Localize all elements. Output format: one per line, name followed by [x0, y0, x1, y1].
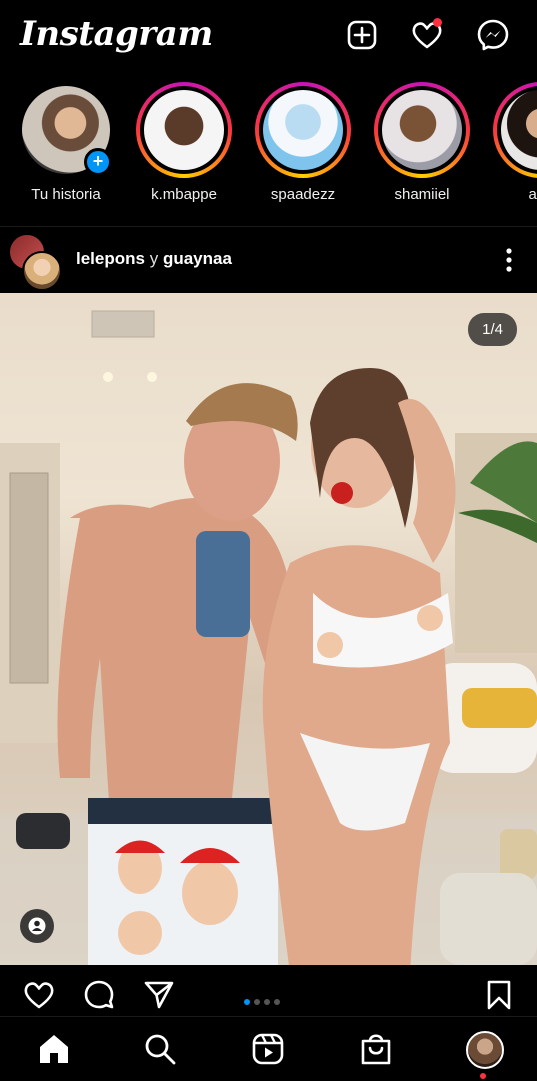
story-avatar: [382, 90, 462, 170]
carousel-dot: [264, 999, 270, 1005]
story-label: spaadezz: [270, 186, 336, 203]
story-ring: [136, 82, 232, 178]
heart-icon[interactable]: [410, 18, 444, 52]
story-item[interactable]: shamiiel: [370, 82, 474, 203]
story-ring: +: [18, 82, 114, 178]
story-item[interactable]: arib: [489, 82, 537, 203]
photo-illustration: [0, 310, 537, 965]
comment-icon[interactable]: [82, 978, 116, 1012]
save-bookmark-icon[interactable]: [482, 978, 516, 1012]
author-link[interactable]: guaynaa: [163, 249, 232, 268]
story-avatar: [144, 90, 224, 170]
profile-avatar[interactable]: [466, 1031, 504, 1069]
author-link[interactable]: lelepons: [76, 249, 145, 268]
notification-dot: [433, 18, 442, 27]
stories-tray: + Tu historia k.mbappe spaadezz shamiiel…: [0, 82, 537, 212]
shop-icon[interactable]: [358, 1031, 394, 1067]
like-heart-icon[interactable]: [22, 978, 56, 1012]
more-options-icon[interactable]: [503, 245, 515, 275]
messenger-icon[interactable]: [476, 18, 510, 52]
story-item[interactable]: k.mbappe: [132, 82, 236, 203]
story-avatar: [263, 90, 343, 170]
reels-icon[interactable]: [250, 1031, 286, 1067]
carousel-dot-active: [244, 999, 250, 1005]
story-ring: [493, 82, 537, 178]
carousel-counter: 1/4: [468, 313, 517, 346]
avatar: [22, 251, 62, 291]
add-story-icon[interactable]: +: [84, 148, 112, 176]
share-icon[interactable]: [142, 978, 176, 1012]
story-own[interactable]: + Tu historia: [14, 82, 118, 203]
story-label: shamiiel: [394, 186, 450, 203]
collab-avatars[interactable]: [8, 233, 64, 291]
instagram-logo[interactable]: Instagram: [20, 14, 213, 54]
carousel-dot: [274, 999, 280, 1005]
story-item[interactable]: spaadezz: [251, 82, 355, 203]
author-joiner: y: [149, 249, 159, 268]
profile-notification-dot: [480, 1073, 486, 1079]
story-ring: [255, 82, 351, 178]
tagged-users-icon[interactable]: [20, 909, 54, 943]
story-label: Tu historia: [31, 186, 101, 203]
story-ring: [374, 82, 470, 178]
top-bar: Instagram: [0, 0, 537, 72]
new-post-icon[interactable]: [345, 18, 379, 52]
story-label: k.mbappe: [151, 186, 217, 203]
carousel-indicator: [244, 992, 284, 1010]
search-icon[interactable]: [142, 1031, 178, 1067]
home-icon[interactable]: [36, 1031, 72, 1067]
story-label: arib: [528, 186, 537, 203]
carousel-dot: [254, 999, 260, 1005]
post-image[interactable]: 1/4: [0, 293, 537, 965]
bottom-navigation: [0, 1016, 537, 1081]
post-authors: lelepons y guaynaa: [76, 249, 232, 269]
post-header: lelepons y guaynaa: [0, 226, 537, 293]
